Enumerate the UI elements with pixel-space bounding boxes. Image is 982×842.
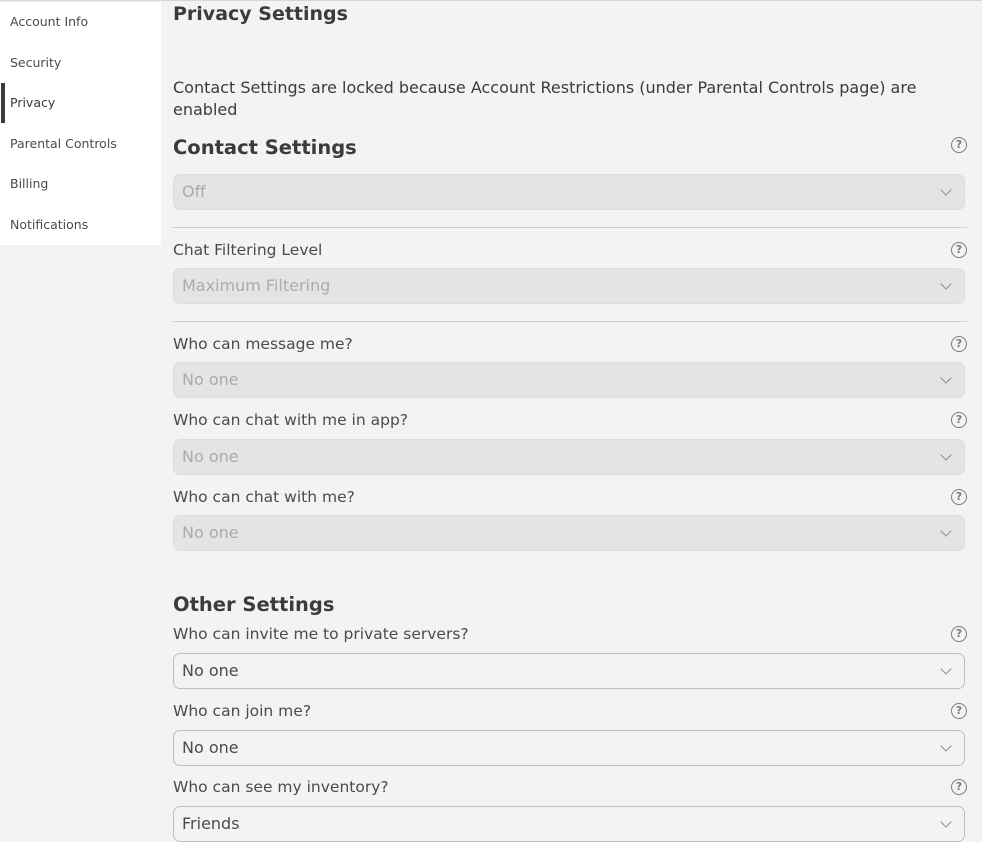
who-can-message-label: Who can message me? [173,335,353,353]
chevron-down-icon [940,816,952,828]
help-icon[interactable]: ? [951,336,967,352]
sidebar-item-privacy[interactable]: Privacy [0,83,161,124]
help-icon[interactable]: ? [951,626,967,642]
select-value: No one [182,661,239,680]
chevron-down-icon [940,372,952,384]
other-settings-title: Other Settings [173,593,335,616]
invite-private-select[interactable]: No one [173,653,965,689]
select-value: Off [182,182,206,201]
contact-settings-select[interactable]: Off [173,174,965,210]
select-value: No one [182,523,239,542]
who-can-chat-select[interactable]: No one [173,515,965,551]
sidebar-item-account-info[interactable]: Account Info [0,2,161,43]
select-value: No one [182,738,239,757]
settings-sidebar: Account Info Security Privacy Parental C… [0,2,161,245]
chevron-down-icon [940,663,952,675]
chat-filtering-select[interactable]: Maximum Filtering [173,268,965,304]
sidebar-item-parental-controls[interactable]: Parental Controls [0,124,161,165]
chevron-down-icon [940,184,952,196]
help-icon[interactable]: ? [951,489,967,505]
chevron-down-icon [940,740,952,752]
inventory-label: Who can see my inventory? [173,778,389,796]
invite-private-label: Who can invite me to private servers? [173,625,469,643]
help-icon[interactable]: ? [951,242,967,258]
locked-message: Contact Settings are locked because Acco… [173,78,917,119]
join-me-select[interactable]: No one [173,730,965,766]
contact-settings-title: Contact Settings [173,136,357,159]
help-icon[interactable]: ? [951,137,967,153]
chat-filtering-label: Chat Filtering Level [173,241,323,259]
help-icon[interactable]: ? [951,412,967,428]
sidebar-item-billing[interactable]: Billing [0,164,161,205]
select-value: No one [182,447,239,466]
who-can-chat-app-select[interactable]: No one [173,439,965,475]
select-value: Friends [182,814,240,833]
who-can-chat-app-label: Who can chat with me in app? [173,411,409,429]
chevron-down-icon [940,525,952,537]
sidebar-item-security[interactable]: Security [0,43,161,84]
sidebar-item-notifications[interactable]: Notifications [0,205,161,246]
join-me-label: Who can join me? [173,702,312,720]
chevron-down-icon [940,278,952,290]
who-can-chat-label: Who can chat with me? [173,488,355,506]
divider [173,227,967,228]
who-can-message-select[interactable]: No one [173,362,965,398]
select-value: No one [182,370,239,389]
divider [173,321,967,322]
chevron-down-icon [940,449,952,461]
help-icon[interactable]: ? [951,779,967,795]
help-icon[interactable]: ? [951,703,967,719]
page-title: Privacy Settings [173,3,348,25]
select-value: Maximum Filtering [182,276,331,295]
